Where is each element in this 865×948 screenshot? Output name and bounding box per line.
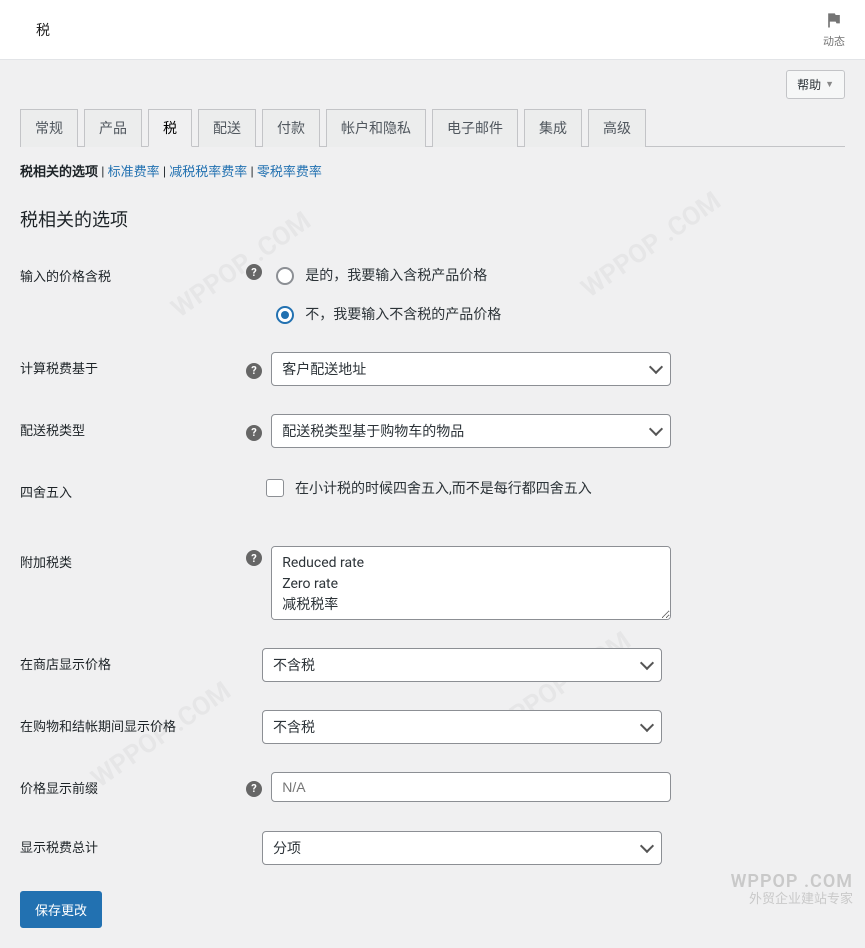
tab-advanced[interactable]: 高级 [588, 109, 646, 147]
page-title: 税 [36, 20, 50, 40]
display-totals-select[interactable]: 分项 [262, 831, 662, 865]
chevron-down-icon: ▼ [825, 79, 834, 90]
additional-tax-classes-textarea[interactable]: Reduced rate Zero rate 减税税率 [271, 546, 671, 620]
tab-shipping[interactable]: 配送 [198, 109, 256, 147]
tab-general[interactable]: 常规 [20, 109, 78, 147]
prices-include-tax-yes[interactable] [276, 267, 294, 285]
current-section: 税相关的选项 [20, 165, 98, 180]
radio-option-no[interactable]: 不，我要输入不含税的产品价格 [271, 303, 501, 324]
rounding-option[interactable]: 在小计税的时候四舍五入,而不是每行都四舍五入 [262, 476, 835, 500]
tab-tax[interactable]: 税 [148, 109, 192, 147]
label-prices-include-tax: 输入的价格含税 [20, 270, 111, 285]
label-display-shop: 在商店显示价格 [20, 658, 111, 673]
section-heading: 税相关的选项 [20, 206, 845, 232]
help-icon[interactable]: ? [246, 550, 262, 566]
tab-accounts[interactable]: 帐户和隐私 [326, 109, 426, 147]
top-bar: 税 动态 [0, 0, 865, 60]
tab-emails[interactable]: 电子邮件 [432, 109, 518, 147]
tab-integration[interactable]: 集成 [524, 109, 582, 147]
radio-option-yes[interactable]: 是的，我要输入含税产品价格 [271, 264, 501, 285]
save-button[interactable]: 保存更改 [20, 891, 102, 928]
help-icon[interactable]: ? [246, 425, 262, 441]
display-cart-select[interactable]: 不含税 [262, 710, 662, 744]
label-additional-tax-classes: 附加税类 [20, 556, 72, 571]
subsection-zero[interactable]: 零税率费率 [257, 165, 322, 180]
activity-label: 动态 [823, 33, 845, 49]
radio-label-no: 不，我要输入不含税的产品价格 [305, 304, 501, 324]
sub-sections: 税相关的选项 | 标准费率 | 减税税率费率 | 零税率费率 [20, 161, 845, 180]
display-shop-select[interactable]: 不含税 [262, 648, 662, 682]
radio-label-yes: 是的，我要输入含税产品价格 [305, 265, 487, 285]
help-icon[interactable]: ? [246, 264, 262, 280]
rounding-checkbox[interactable] [266, 479, 284, 497]
rounding-label: 在小计税的时候四舍五入,而不是每行都四舍五入 [295, 478, 592, 498]
tab-payments[interactable]: 付款 [262, 109, 320, 147]
help-toggle[interactable]: 帮助 ▼ [786, 70, 845, 99]
prices-include-tax-no[interactable] [276, 306, 294, 324]
label-rounding: 四舍五入 [20, 486, 72, 501]
label-shipping-tax-class: 配送税类型 [20, 424, 85, 439]
subsection-reduced[interactable]: 减税税率费率 [169, 165, 247, 180]
help-icon[interactable]: ? [246, 781, 262, 797]
label-display-suffix: 价格显示前缀 [20, 782, 98, 797]
shipping-tax-class-select[interactable]: 配送税类型基于购物车的物品 [271, 414, 671, 448]
activity-button[interactable]: 动态 [823, 10, 845, 49]
tax-based-on-select[interactable]: 客户配送地址 [271, 352, 671, 386]
tab-products[interactable]: 产品 [84, 109, 142, 147]
display-suffix-input[interactable] [271, 772, 671, 802]
label-display-totals: 显示税费总计 [20, 841, 98, 856]
help-label: 帮助 [797, 76, 821, 93]
help-icon[interactable]: ? [246, 363, 262, 379]
flag-icon [824, 10, 844, 33]
subsection-standard[interactable]: 标准费率 [108, 165, 160, 180]
label-display-cart: 在购物和结帐期间显示价格 [20, 720, 176, 735]
settings-tabs: 常规 产品 税 配送 付款 帐户和隐私 电子邮件 集成 高级 [20, 109, 845, 147]
label-tax-based-on: 计算税费基于 [20, 362, 98, 377]
